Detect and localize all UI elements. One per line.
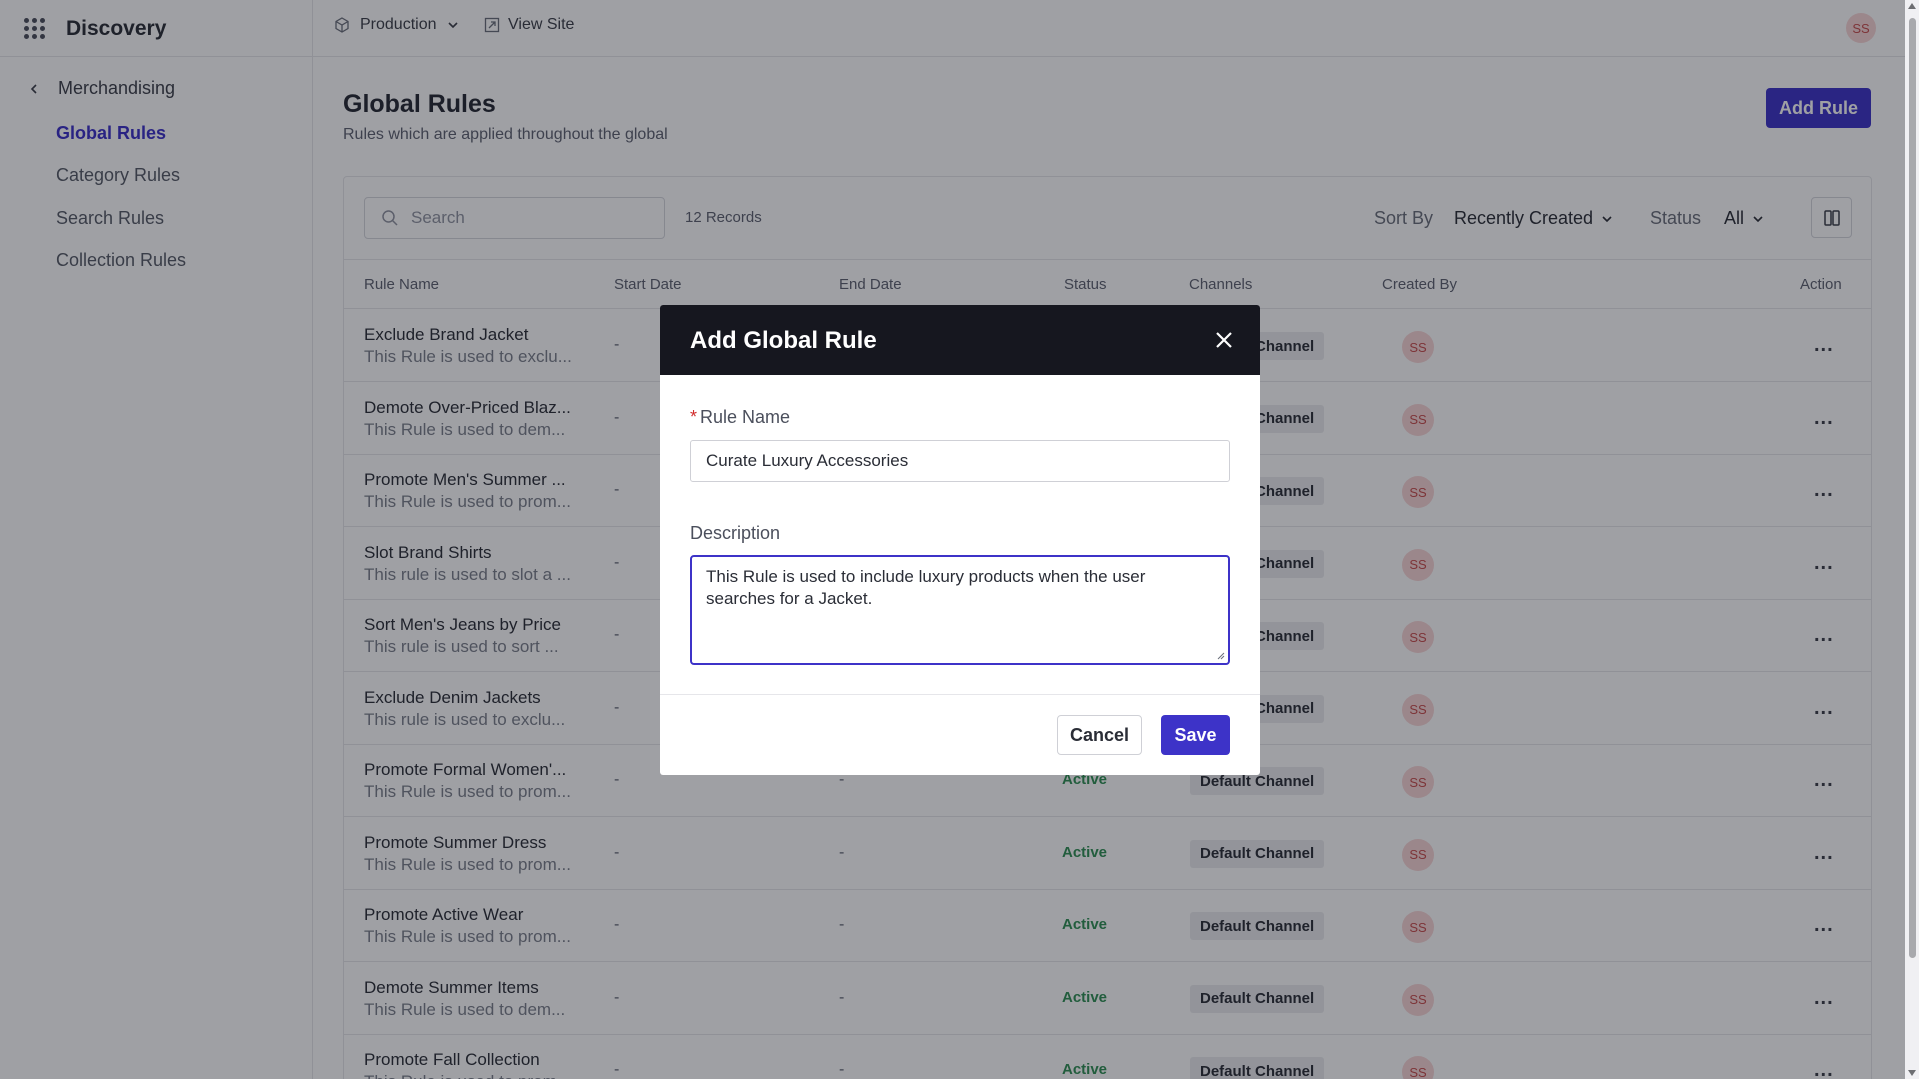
description-textarea[interactable]: This Rule is used to include luxury prod… — [690, 555, 1230, 665]
dialog-header: Add Global Rule — [660, 305, 1260, 375]
dialog-title: Add Global Rule — [690, 327, 877, 354]
rule-name-input[interactable]: Curate Luxury Accessories — [690, 440, 1230, 482]
dialog-footer-divider — [660, 694, 1260, 695]
description-label: Description — [690, 523, 781, 543]
save-button[interactable]: Save — [1161, 715, 1230, 755]
close-icon[interactable] — [1212, 328, 1236, 352]
required-asterisk: * — [690, 407, 698, 427]
page-scrollbar[interactable] — [1905, 0, 1919, 1079]
scroll-down-icon[interactable] — [1908, 1070, 1916, 1076]
scroll-up-icon[interactable] — [1908, 3, 1916, 9]
cancel-button[interactable]: Cancel — [1057, 715, 1142, 755]
scroll-thumb[interactable] — [1909, 18, 1916, 958]
description-text: This Rule is used to include luxury prod… — [706, 567, 1146, 608]
add-global-rule-dialog: Add Global Rule * Rule Name Curate Luxury… — [660, 305, 1260, 775]
resize-handle-icon[interactable] — [1215, 650, 1225, 660]
rule-name-label: * Rule Name — [690, 407, 791, 427]
